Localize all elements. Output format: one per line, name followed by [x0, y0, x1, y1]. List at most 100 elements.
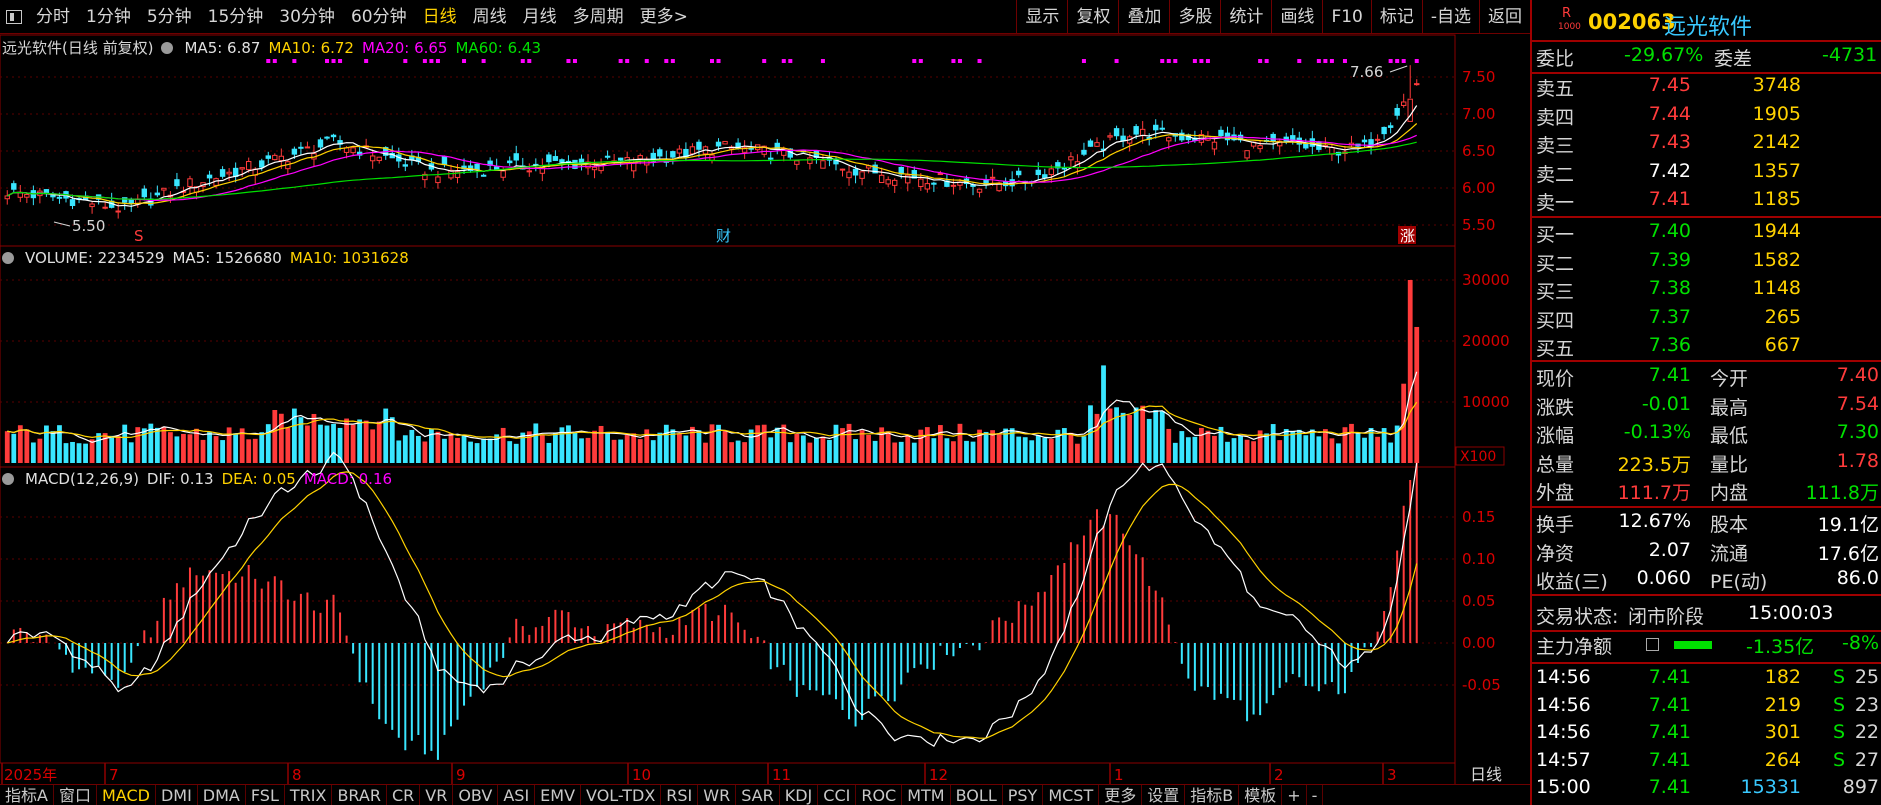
indicator-tab[interactable]: 窗口 — [54, 785, 97, 805]
price-legend: 远光软件(日线 前复权) MA5: 6.87 MA10: 6.72 MA20: … — [2, 37, 541, 58]
bid-row: 买五 7.36 667 — [1536, 334, 1801, 360]
time-label: 12 — [929, 766, 948, 784]
volume-bar — [585, 437, 591, 463]
volume-bar — [1362, 437, 1367, 463]
candle-body — [794, 160, 800, 165]
indicator-tab[interactable]: OBV — [453, 785, 499, 805]
indicator-tab[interactable]: WR — [698, 785, 737, 805]
signal-dot — [481, 59, 486, 63]
indicator-tab[interactable]: CCI — [818, 785, 857, 805]
event-marker: S — [134, 227, 144, 245]
indicator-tab[interactable]: 模板 — [1239, 785, 1283, 805]
volume-tick-label: 10000 — [1462, 393, 1510, 411]
signal-dot — [918, 59, 923, 63]
indicator-tab[interactable]: 指标A — [0, 785, 54, 805]
volume-bar — [265, 424, 271, 463]
candle-body — [1394, 107, 1400, 116]
candle-body — [89, 203, 95, 208]
signal-dot — [1342, 59, 1347, 63]
candle-body — [50, 194, 56, 198]
indicator-tab[interactable]: VOL-TDX — [581, 785, 662, 805]
signal-dot — [527, 59, 532, 63]
indicator-tab[interactable]: BRAR — [332, 785, 387, 805]
indicator-tab[interactable]: 设置 — [1142, 785, 1186, 805]
indicator-tab[interactable]: + — [1282, 785, 1307, 805]
candle-body — [1374, 138, 1381, 141]
indicator-tab[interactable]: DMA — [198, 785, 246, 805]
volume-panel-frame — [0, 245, 1456, 468]
signal-dot — [1323, 59, 1328, 63]
indicator-tab[interactable]: ROC — [856, 785, 903, 805]
volume-bar — [1316, 436, 1322, 463]
indicator-tab[interactable]: ASI — [498, 785, 536, 805]
candle-body — [480, 174, 487, 177]
indicator-tab[interactable]: MACD — [97, 785, 156, 805]
indicator-tab[interactable]: RSI — [661, 785, 699, 805]
indicator-tab[interactable]: BOLL — [951, 785, 1003, 805]
volume-bar — [63, 443, 69, 463]
candle-body — [722, 140, 728, 145]
stat-row: 涨跌 -0.01 最高 7.54 — [1536, 392, 1879, 419]
indicator-tab[interactable]: SAR — [736, 785, 780, 805]
indicator-tab[interactable]: DMI — [156, 785, 198, 805]
candle-body — [878, 174, 885, 184]
volume-bar — [11, 433, 17, 463]
indicator-tab[interactable]: VR — [420, 785, 454, 805]
settings-icon[interactable] — [2, 252, 14, 264]
settings-icon[interactable] — [2, 473, 14, 485]
indicator-tab[interactable]: 更多 — [1099, 785, 1143, 805]
volume-bar — [122, 424, 128, 463]
ask-row: 卖五 7.45 3748 — [1536, 74, 1801, 100]
volume-bar — [187, 434, 193, 463]
volume-bar — [370, 429, 376, 463]
indicator-tab[interactable]: - — [1307, 785, 1324, 805]
volume-unit: X100 — [1460, 449, 1496, 465]
indicator-tab[interactable]: PSY — [1003, 785, 1044, 805]
volume-bar — [96, 433, 102, 463]
indicator-tab[interactable]: MCST — [1043, 785, 1100, 805]
volume-bar — [683, 435, 689, 463]
indicator-tab[interactable]: CR — [387, 785, 421, 805]
candle-body — [298, 146, 304, 149]
settings-icon[interactable] — [161, 41, 174, 54]
volume-bar — [1120, 412, 1126, 463]
volume-bar — [1172, 442, 1178, 463]
weibi-value: -29.67% — [1624, 44, 1704, 66]
volume-bar — [344, 418, 349, 463]
volume-bar — [50, 431, 56, 463]
volume-bar — [650, 440, 656, 463]
indicator-tab[interactable]: 指标B — [1185, 785, 1240, 805]
indicator-tab[interactable]: MTM — [902, 785, 951, 805]
period-label: 日线 — [1470, 765, 1502, 784]
candle-body — [206, 174, 213, 179]
signal-dot — [292, 59, 297, 63]
ma20-label: MA20: 6.65 — [361, 38, 448, 57]
indicator-tab[interactable]: FSL — [246, 785, 285, 805]
candle-body — [859, 171, 865, 179]
candle-body — [976, 188, 983, 193]
indicator-tab[interactable]: TRIX — [285, 785, 333, 805]
volume-bar — [944, 438, 950, 463]
volume-bar — [1068, 432, 1074, 463]
volume-bar — [252, 438, 258, 463]
volume-bar — [278, 413, 284, 463]
kline-chart[interactable]: 7.50 7.00 6.50 6.00 5.50 30000 20000 10000 0.15 0… — [0, 0, 1530, 784]
volume-bar — [761, 424, 767, 463]
candle-body — [239, 167, 245, 170]
candle-body — [1139, 128, 1146, 137]
volume-bar — [1140, 405, 1146, 463]
volume-bar — [827, 439, 832, 463]
candle-body — [820, 160, 826, 169]
candle-body — [989, 176, 996, 179]
volume-bar — [83, 443, 88, 463]
volume-bar — [996, 434, 1002, 463]
candle-body — [696, 141, 702, 150]
volume-bar — [787, 442, 793, 463]
volume-bar — [1231, 438, 1237, 463]
indicator-tab[interactable]: KDJ — [780, 785, 819, 805]
signal-dot — [710, 59, 714, 63]
signal-dot — [1329, 59, 1334, 63]
list-icon[interactable] — [1646, 638, 1659, 651]
indicator-tab[interactable]: EMV — [535, 785, 582, 805]
price-tick-label: 6.50 — [1462, 142, 1495, 160]
